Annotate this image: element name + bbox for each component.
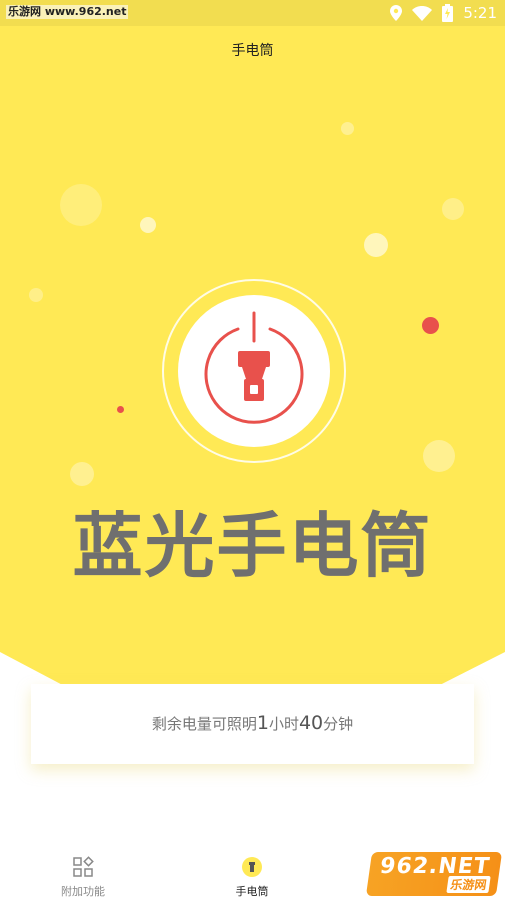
decor-bubble (60, 184, 102, 226)
nav-label-extra: 附加功能 (61, 885, 105, 898)
battery-estimate-card: 剩余电量可照明1小时40分钟 (31, 684, 474, 764)
battery-hours: 1 (256, 712, 269, 734)
battery-estimate-text: 剩余电量可照明1小时40分钟 (31, 712, 474, 735)
watermark-logo: 962.NET 乐游网 (365, 852, 503, 896)
status-watermark-label: 乐游网 www.962.net (6, 5, 129, 19)
battery-minutes: 40 (298, 712, 324, 734)
decor-bubble (442, 198, 464, 220)
status-bar: 乐游网 www.962.net 5:21 (0, 0, 505, 26)
page-title: 手电筒 (231, 43, 274, 59)
decor-dot-red (422, 317, 439, 334)
battery-hours-unit: 小时 (268, 715, 299, 733)
nav-label-flashlight: 手电筒 (235, 885, 269, 898)
location-icon (390, 5, 403, 21)
flashlight-icon (242, 857, 262, 877)
grid-icon (73, 856, 94, 877)
decor-bubble (140, 217, 156, 233)
battery-charging-icon (442, 4, 454, 22)
decor-bubble (70, 462, 94, 486)
battery-minutes-unit: 分钟 (323, 715, 354, 733)
hero-title: 蓝光手电筒 (72, 505, 433, 587)
battery-prefix: 剩余电量可照明 (151, 715, 257, 733)
decor-bubble (29, 288, 43, 302)
decor-dot-red (117, 406, 124, 413)
decor-bubble (364, 233, 388, 257)
flashlight-power-icon[interactable] (178, 295, 330, 447)
decor-bubble (423, 440, 455, 472)
status-icons: 5:21 (390, 3, 497, 23)
nav-item-flashlight[interactable]: 手电筒 (202, 848, 302, 899)
wifi-icon (412, 5, 433, 21)
nav-item-extra-functions[interactable]: 附加功能 (33, 848, 133, 899)
decor-bubble (341, 122, 354, 135)
status-time: 5:21 (463, 4, 497, 22)
watermark-bottom: 乐游网 (446, 876, 491, 893)
